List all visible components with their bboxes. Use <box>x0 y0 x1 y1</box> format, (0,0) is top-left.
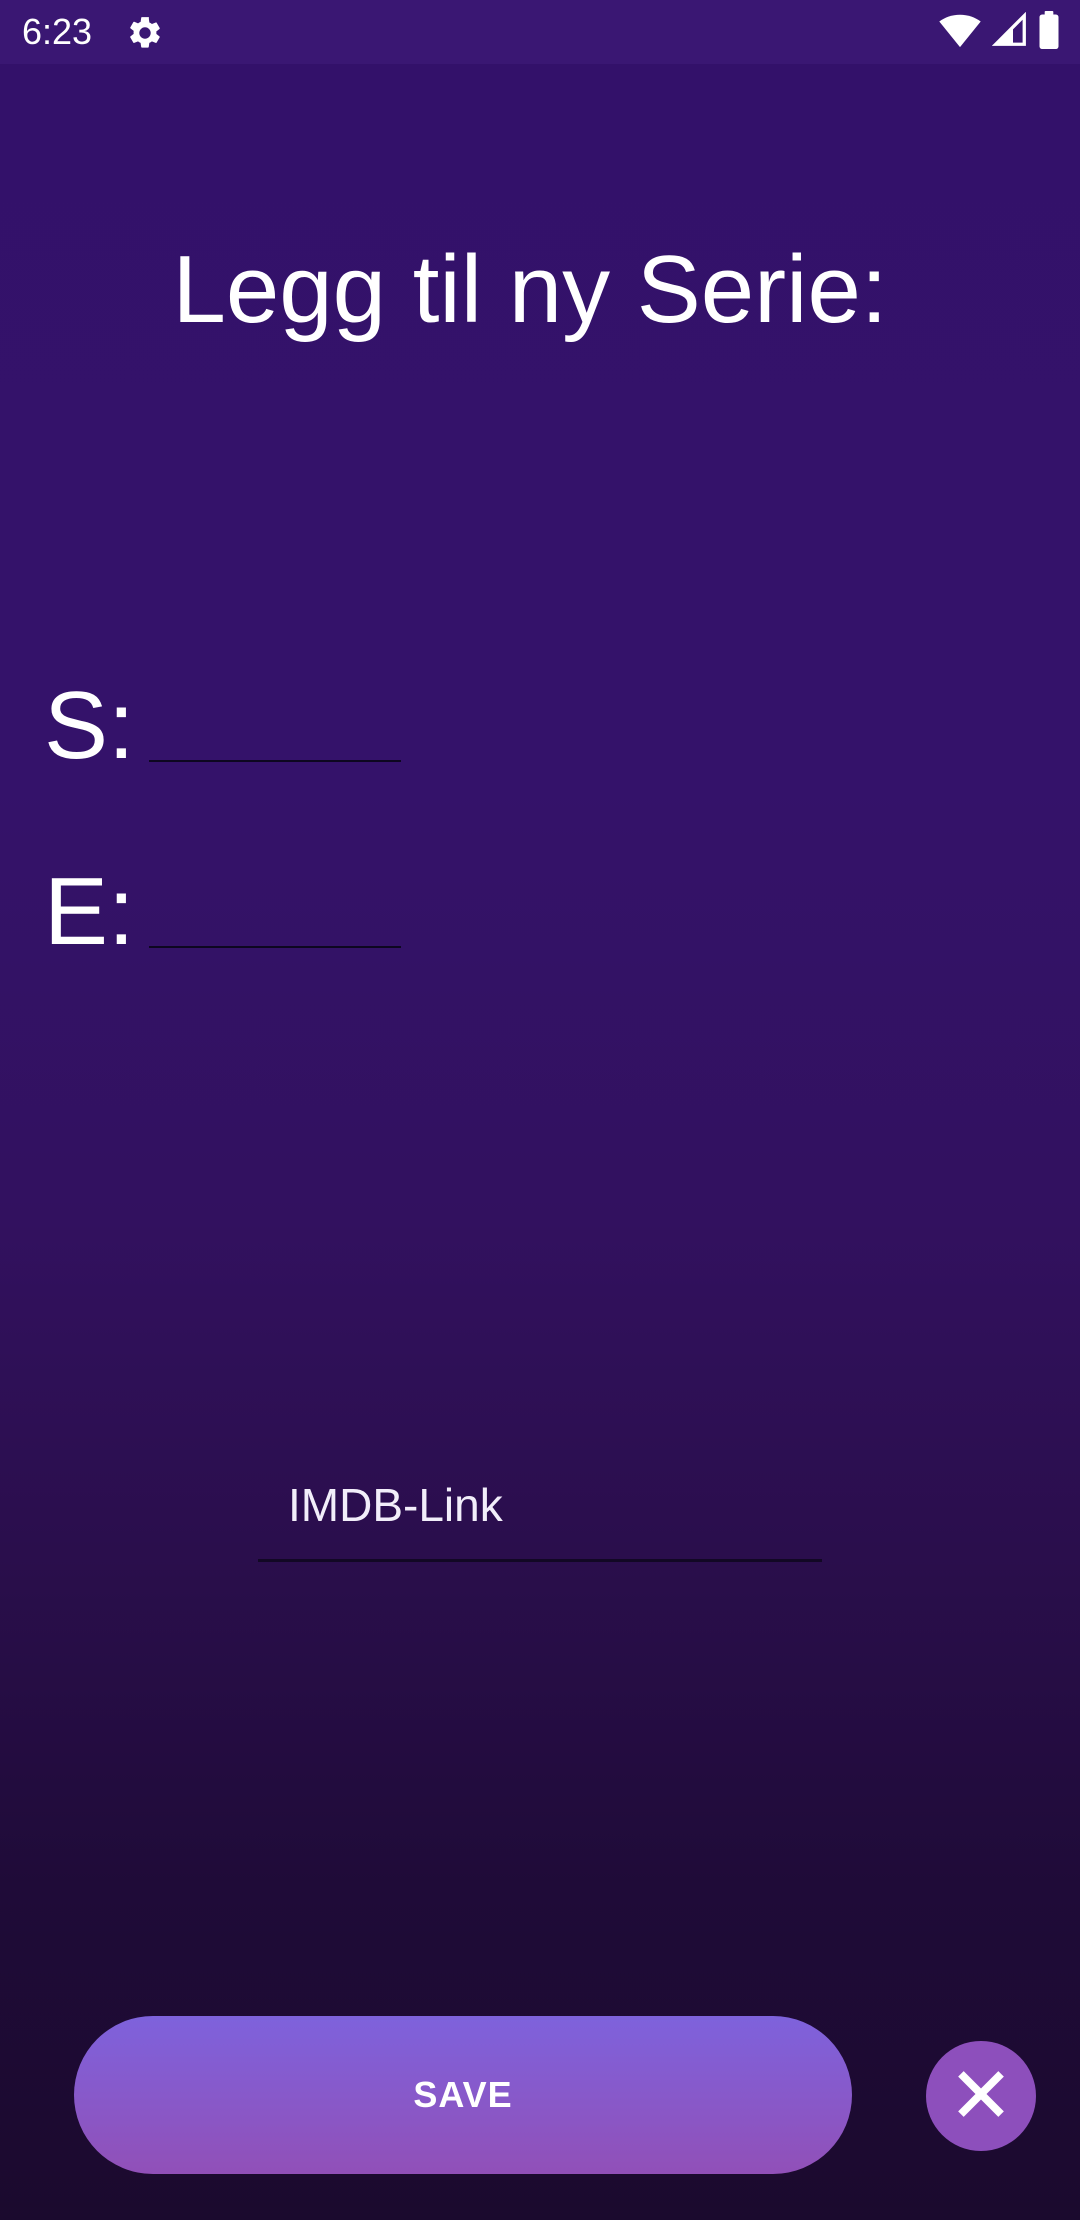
episode-label: E: <box>44 858 135 965</box>
save-button[interactable]: SAVE <box>74 2016 852 2174</box>
season-label: S: <box>44 672 135 779</box>
imdb-link-input[interactable] <box>288 1465 808 1545</box>
episode-input[interactable] <box>148 946 401 948</box>
status-bar: 6:23 <box>0 0 1080 64</box>
episode-field: E: <box>44 862 401 962</box>
close-icon <box>955 2068 1007 2125</box>
page-title: Legg til ny Serie: <box>172 236 888 343</box>
settings-gear-icon <box>126 14 164 52</box>
status-icons <box>938 10 1060 54</box>
signal-icon <box>991 11 1028 53</box>
imdb-link-field <box>258 1465 822 1562</box>
season-field: S: <box>44 676 401 776</box>
battery-icon <box>1038 10 1060 54</box>
season-input[interactable] <box>148 760 401 762</box>
status-time: 6:23 <box>22 11 93 52</box>
wifi-icon <box>938 12 982 53</box>
close-button[interactable] <box>926 2041 1036 2151</box>
save-button-label: SAVE <box>413 2074 513 2115</box>
